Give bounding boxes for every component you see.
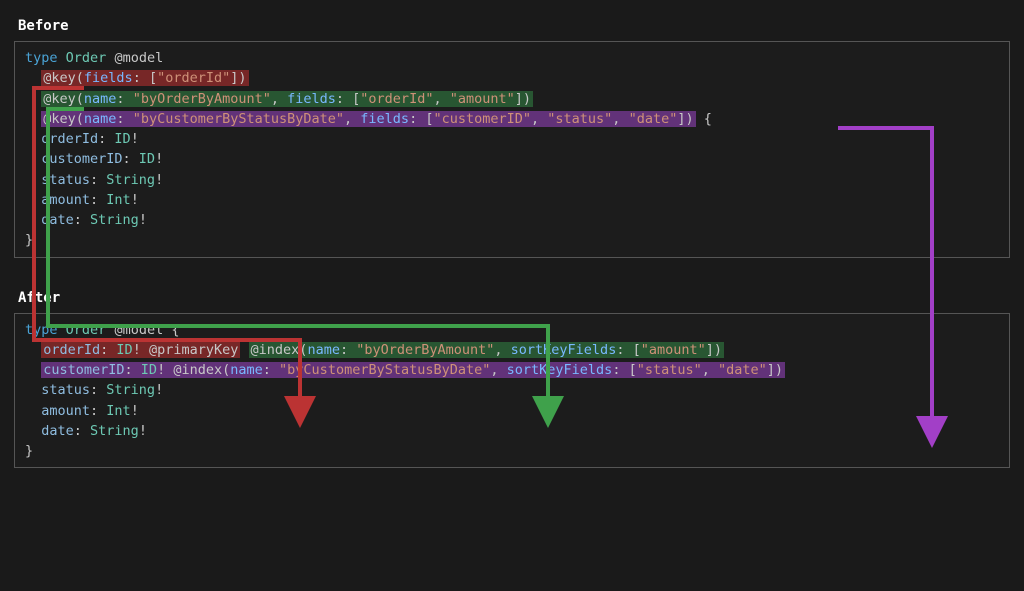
kw-type: type <box>25 50 58 66</box>
hl-key2: @key(name: "byOrderByAmount", fields: ["… <box>41 91 533 107</box>
field-orderId: orderId: ID! <box>25 129 999 149</box>
field-date: date: String! <box>25 210 999 230</box>
after-line2: customerID: ID! @index(name: "byCustomer… <box>25 360 999 380</box>
model-directive: @model <box>114 50 163 66</box>
field-amount: amount: Int! <box>25 190 999 210</box>
before-rbrace: } <box>25 230 999 250</box>
after-rbrace: } <box>25 441 999 461</box>
before-line-type: type Order @model <box>25 48 999 68</box>
before-key1: @key(fields: ["orderId"]) <box>25 68 999 88</box>
field-status: status: String! <box>25 170 999 190</box>
hl-pk: orderId: ID! @primaryKey <box>41 342 240 358</box>
before-title: Before <box>18 16 1010 37</box>
before-key2: @key(name: "byOrderByAmount", fields: ["… <box>25 89 999 109</box>
after-status: status: String! <box>25 380 999 400</box>
after-line-type: type Order @model { <box>25 320 999 340</box>
after-title: After <box>18 288 1010 309</box>
field-customerID: customerID: ID! <box>25 149 999 169</box>
after-line1: orderId: ID! @primaryKey @index(name: "b… <box>25 340 999 360</box>
hl-key3: @key(name: "byCustomerByStatusByDate", f… <box>41 111 695 127</box>
hl-key1: @key(fields: ["orderId"]) <box>41 70 248 86</box>
before-code-block: type Order @model @key(fields: ["orderId… <box>14 41 1010 258</box>
type-name: Order <box>66 50 107 66</box>
hl-idx2: customerID: ID! @index(name: "byCustomer… <box>41 362 785 378</box>
after-date: date: String! <box>25 421 999 441</box>
before-key3: @key(name: "byCustomerByStatusByDate", f… <box>25 109 999 129</box>
hl-idx1: @index(name: "byOrderByAmount", sortKeyF… <box>249 342 725 358</box>
after-amount: amount: Int! <box>25 401 999 421</box>
after-code-block: type Order @model { orderId: ID! @primar… <box>14 313 1010 469</box>
